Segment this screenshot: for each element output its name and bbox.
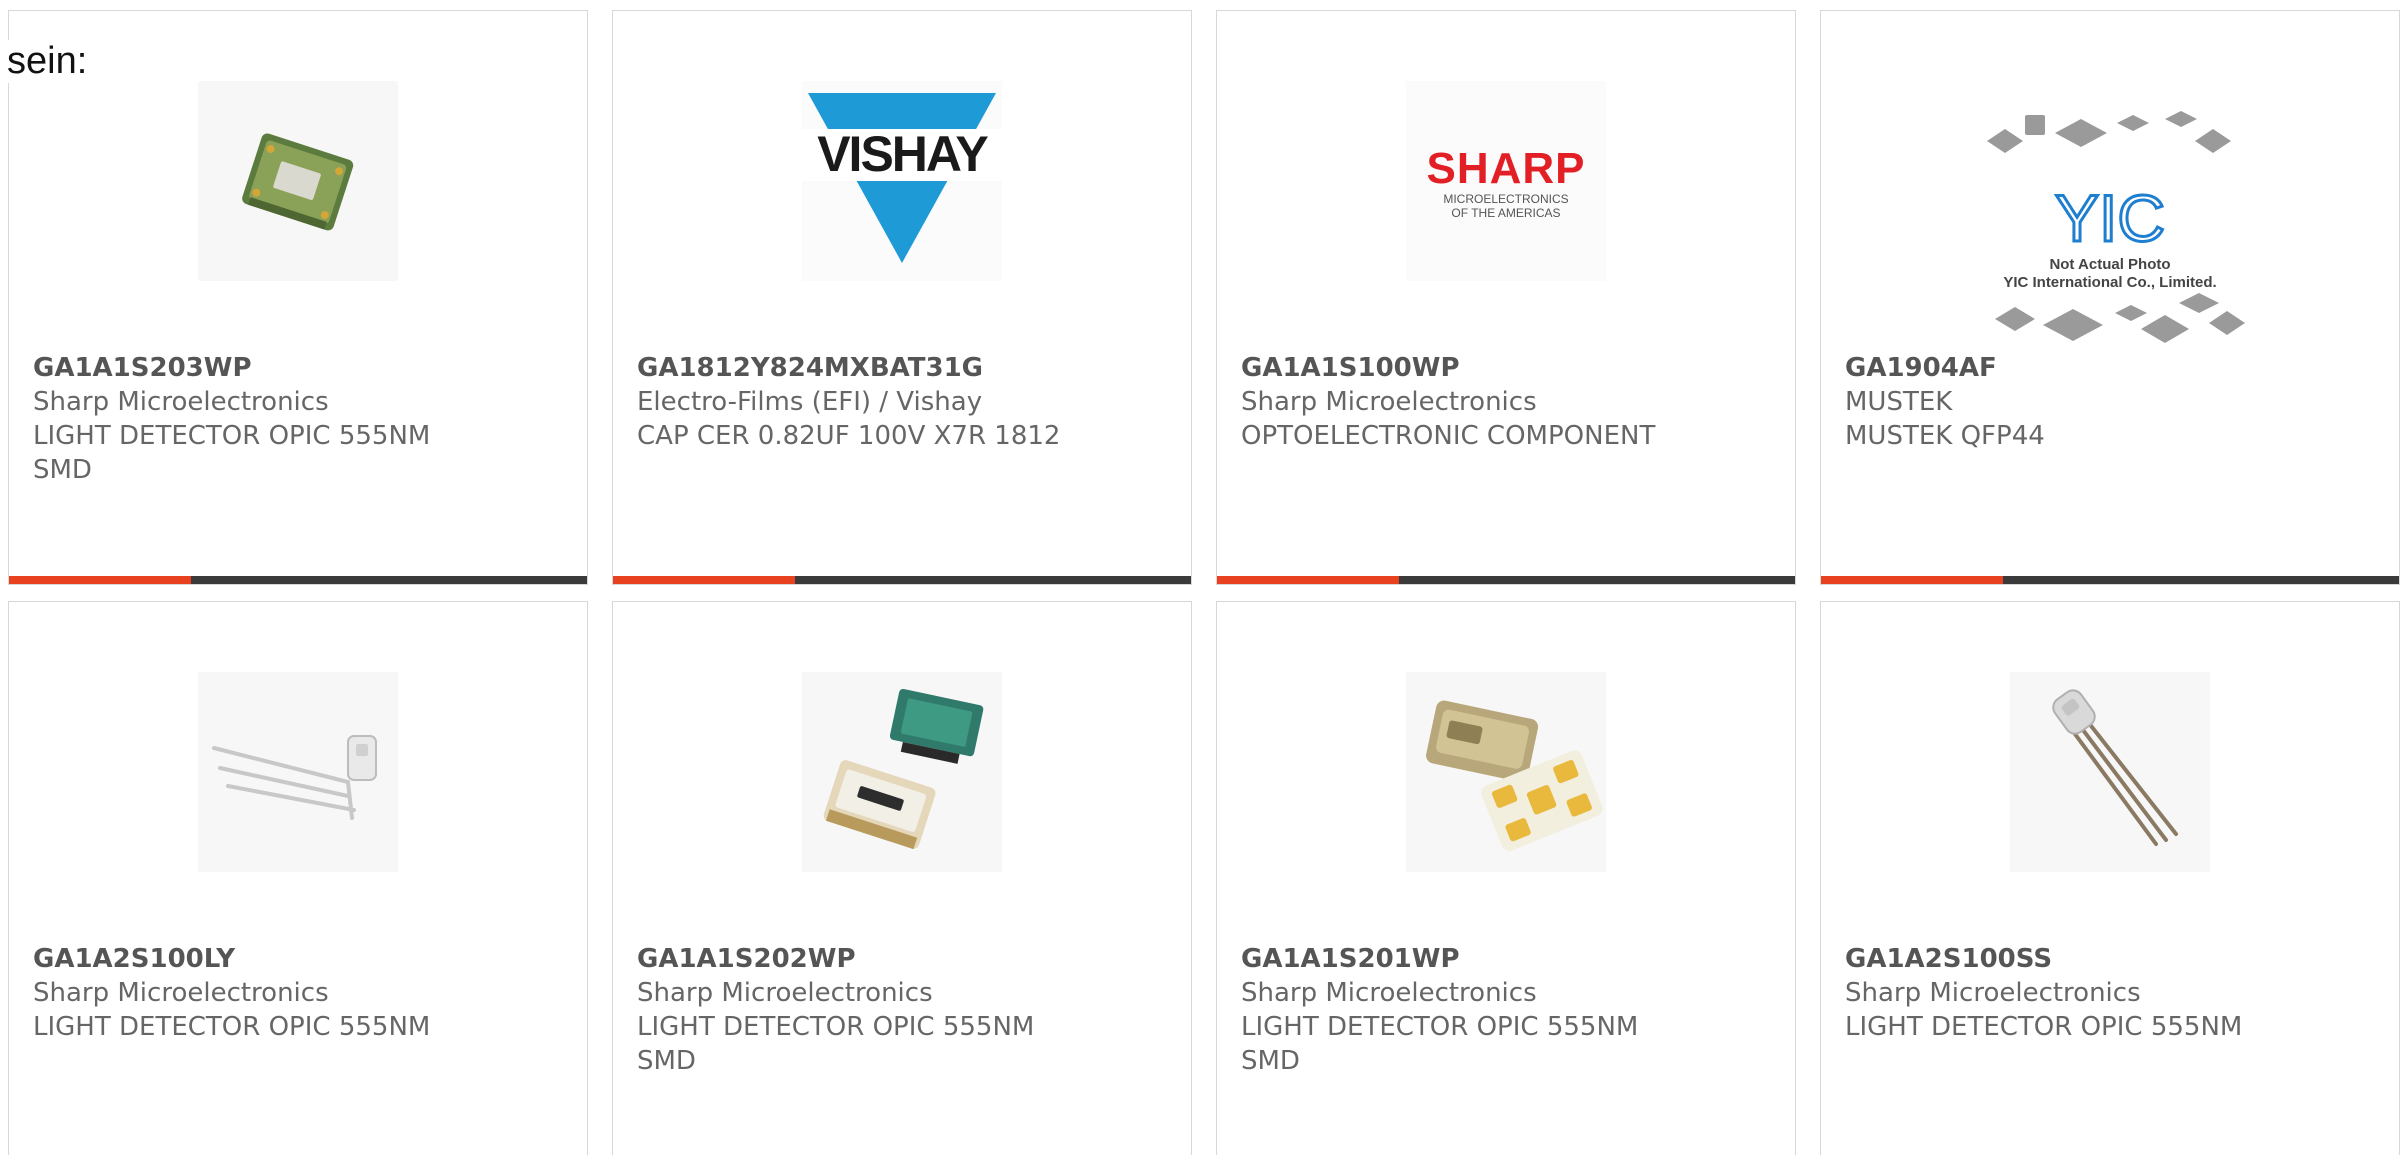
card-progress-bar — [9, 576, 587, 584]
card-progress-accent — [613, 576, 795, 584]
card-progress-accent — [1821, 576, 2003, 584]
product-card[interactable]: GA1A2S100SS Sharp Microelectronics LIGHT… — [1820, 601, 2400, 1155]
product-image[interactable] — [198, 672, 398, 872]
manufacturer: Electro-Films (EFI) / Vishay — [637, 387, 983, 417]
part-number[interactable]: GA1A1S201WP — [1241, 942, 1771, 976]
description-line: SMD — [637, 1046, 696, 1076]
yic-placeholder: YIC Not Actual Photo YIC International C… — [1987, 111, 2245, 343]
manufacturer: MUSTEK — [1845, 387, 1953, 417]
product-image[interactable]: YIC Not Actual Photo YIC International C… — [1965, 101, 2255, 351]
product-card[interactable]: YIC Not Actual Photo YIC International C… — [1820, 10, 2400, 585]
product-card[interactable]: VISHAY GA1812Y824MXBAT31G Electro-Films … — [612, 10, 1192, 585]
product-image[interactable]: VISHAY — [802, 81, 1002, 281]
product-card[interactable]: GA1A2S100LY Sharp Microelectronics LIGHT… — [8, 601, 588, 1155]
part-number[interactable]: GA1A1S202WP — [637, 942, 1167, 976]
manufacturer: Sharp Microelectronics — [637, 978, 933, 1008]
description-line: LIGHT DETECTOR OPIC 555NM — [1241, 1012, 1639, 1042]
description-line: OPTOELECTRONIC COMPONENT — [1241, 421, 1656, 451]
logo-text: VISHAY — [817, 126, 988, 182]
card-progress-bar — [1217, 576, 1795, 584]
product-info: GA1A1S100WP Sharp Microelectronics OPTOE… — [1241, 351, 1771, 453]
part-number[interactable]: GA1A2S100SS — [1845, 942, 2375, 976]
description-line: SMD — [1241, 1046, 1300, 1076]
part-number[interactable]: GA1812Y824MXBAT31G — [637, 351, 1167, 385]
part-number[interactable]: GA1A1S100WP — [1241, 351, 1771, 385]
logo-text: SHARP — [1426, 144, 1585, 193]
description-line: SMD — [33, 455, 92, 485]
product-info: GA1904AF MUSTEK MUSTEK QFP44 — [1845, 351, 2375, 453]
product-image[interactable] — [198, 81, 398, 281]
product-info: GA1A1S202WP Sharp Microelectronics LIGHT… — [637, 942, 1167, 1078]
product-card[interactable]: GA1A1S202WP Sharp Microelectronics LIGHT… — [612, 601, 1192, 1155]
through-hole-sensor-photo-icon — [2052, 689, 2178, 846]
product-info: GA1A1S203WP Sharp Microelectronics LIGHT… — [33, 351, 563, 487]
description-line: LIGHT DETECTOR OPIC 555NM — [33, 421, 431, 451]
smd-package-photo-icon — [1426, 700, 1603, 851]
product-info: GA1A1S201WP Sharp Microelectronics LIGHT… — [1241, 942, 1771, 1078]
product-info: GA1A2S100LY Sharp Microelectronics LIGHT… — [33, 942, 563, 1044]
sensor-modules-photo-icon — [823, 688, 984, 850]
product-card[interactable]: GA1A1S203WP Sharp Microelectronics LIGHT… — [8, 10, 588, 585]
card-progress-bar — [613, 576, 1191, 584]
product-listing-page: sein: GA1A1S203WP Sharp Microelectronics… — [0, 0, 2400, 1155]
part-number[interactable]: GA1A2S100LY — [33, 942, 563, 976]
card-progress-accent — [9, 576, 191, 584]
card-progress-accent — [1217, 576, 1399, 584]
manufacturer: Sharp Microelectronics — [33, 978, 329, 1008]
description-line: MUSTEK QFP44 — [1845, 421, 2045, 451]
description-line: LIGHT DETECTOR OPIC 555NM — [1845, 1012, 2243, 1042]
product-card[interactable]: SHARP MICROELECTRONICS OF THE AMERICAS G… — [1216, 10, 1796, 585]
part-number[interactable]: GA1904AF — [1845, 351, 2375, 385]
manufacturer: Sharp Microelectronics — [1845, 978, 2141, 1008]
manufacturer: Sharp Microelectronics — [1241, 387, 1537, 417]
led-leads-photo-icon — [212, 735, 377, 820]
logo-subtext: YIC International Co., Limited. — [2003, 274, 2216, 291]
sharp-logo: SHARP MICROELECTRONICS OF THE AMERICAS — [1426, 144, 1585, 220]
product-grid: GA1A1S203WP Sharp Microelectronics LIGHT… — [8, 10, 2400, 1155]
section-heading: sein: — [7, 40, 88, 83]
product-image[interactable] — [2010, 672, 2210, 872]
part-number[interactable]: GA1A1S203WP — [33, 351, 563, 385]
description-line: LIGHT DETECTOR OPIC 555NM — [33, 1012, 431, 1042]
product-image[interactable] — [802, 672, 1002, 872]
manufacturer: Sharp Microelectronics — [1241, 978, 1537, 1008]
product-image[interactable]: SHARP MICROELECTRONICS OF THE AMERICAS — [1406, 81, 1606, 281]
card-progress-bar — [1821, 576, 2399, 584]
logo-text: YIC — [2055, 181, 2165, 255]
description-line: CAP CER 0.82UF 100V X7R 1812 — [637, 421, 1061, 451]
vishay-logo: VISHAY — [802, 93, 1002, 263]
product-info: GA1A2S100SS Sharp Microelectronics LIGHT… — [1845, 942, 2375, 1044]
product-image[interactable] — [1406, 672, 1606, 872]
logo-subtext: Not Actual Photo — [2049, 256, 2170, 273]
product-info: GA1812Y824MXBAT31G Electro-Films (EFI) /… — [637, 351, 1167, 453]
description-line: LIGHT DETECTOR OPIC 555NM — [637, 1012, 1035, 1042]
logo-subtext: MICROELECTRONICS — [1443, 192, 1568, 206]
product-card[interactable]: GA1A1S201WP Sharp Microelectronics LIGHT… — [1216, 601, 1796, 1155]
manufacturer: Sharp Microelectronics — [33, 387, 329, 417]
logo-subtext: OF THE AMERICAS — [1451, 206, 1560, 220]
module-photo-icon — [242, 133, 354, 231]
